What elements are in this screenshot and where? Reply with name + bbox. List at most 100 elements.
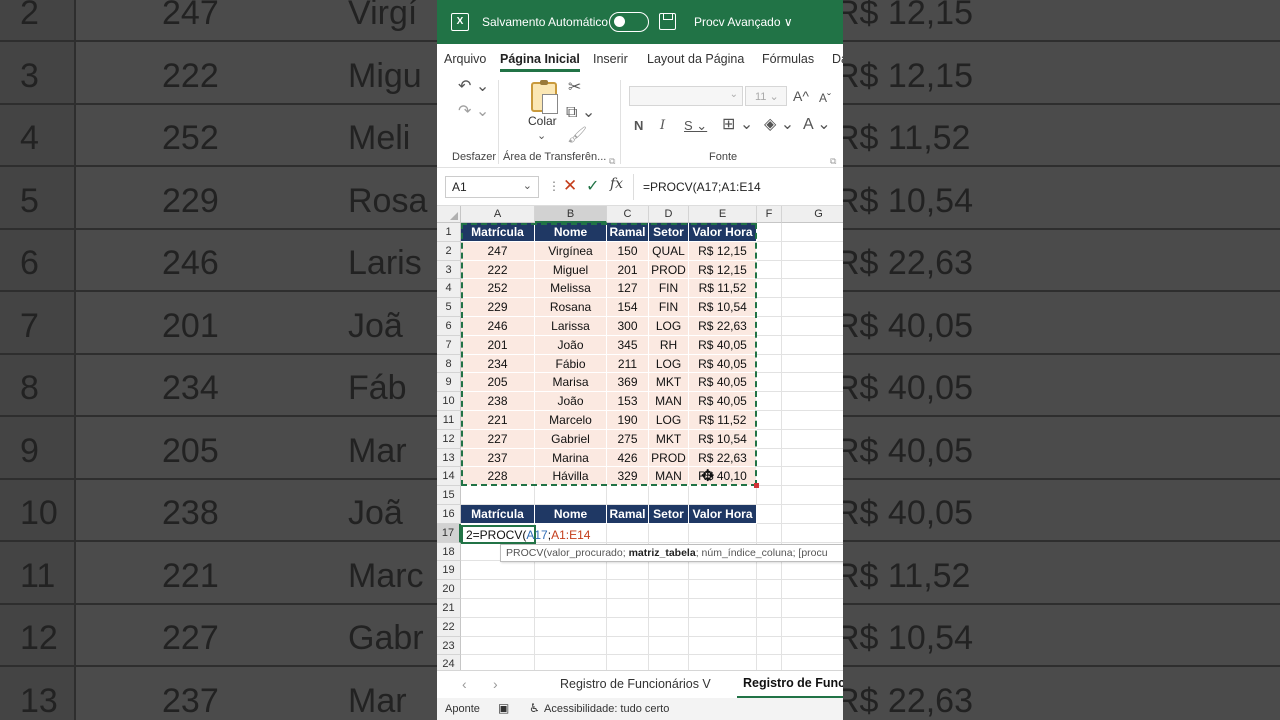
cell[interactable]	[757, 260, 782, 280]
data-cell[interactable]: 127	[607, 279, 649, 299]
paste-dropdown-icon[interactable]: ⌄	[537, 128, 546, 144]
cell[interactable]	[461, 617, 535, 637]
cell[interactable]	[757, 429, 782, 449]
cell[interactable]	[689, 617, 757, 637]
cell[interactable]	[535, 636, 607, 656]
lookup-header-cell[interactable]: Nome	[535, 505, 607, 524]
data-cell[interactable]: LOG	[649, 411, 689, 430]
data-cell[interactable]: Larissa	[535, 317, 607, 336]
cell[interactable]	[782, 392, 843, 411]
data-cell[interactable]: R$ 10,54	[689, 298, 757, 317]
data-cell[interactable]: Rosana	[535, 298, 607, 317]
cell[interactable]	[782, 655, 843, 670]
data-cell[interactable]: 237	[461, 448, 535, 468]
cell[interactable]	[757, 279, 782, 299]
data-cell[interactable]: Fábio	[535, 354, 607, 374]
data-cell[interactable]: 154	[607, 298, 649, 317]
cell[interactable]	[782, 561, 843, 581]
header-cell[interactable]: Valor Hora	[689, 223, 757, 242]
cell[interactable]	[782, 449, 843, 468]
cell[interactable]	[607, 655, 649, 670]
data-cell[interactable]: Gabriel	[535, 429, 607, 449]
data-cell[interactable]: João	[535, 335, 607, 355]
row-header-11[interactable]: 11	[437, 411, 461, 430]
tab-pagina-inicial[interactable]: Página Inicial	[500, 52, 580, 72]
data-cell[interactable]: 275	[607, 429, 649, 449]
range-handle[interactable]	[754, 483, 759, 488]
column-header-g[interactable]: G	[782, 206, 843, 223]
data-cell[interactable]: PROD	[649, 260, 689, 280]
lookup-header-cell[interactable]: Setor	[649, 505, 689, 524]
data-cell[interactable]: 227	[461, 429, 535, 449]
row-header-19[interactable]: 19	[437, 561, 461, 581]
data-cell[interactable]: 222	[461, 260, 535, 280]
data-cell[interactable]: 205	[461, 373, 535, 393]
next-sheet-icon[interactable]: ›	[493, 676, 498, 692]
data-cell[interactable]: 234	[461, 354, 535, 374]
header-cell[interactable]: Nome	[535, 223, 607, 242]
row-header-4[interactable]: 4	[437, 279, 461, 299]
data-cell[interactable]: R$ 10,54	[689, 429, 757, 449]
row-header-9[interactable]: 9	[437, 373, 461, 393]
data-cell[interactable]: 150	[607, 241, 649, 261]
more-options-icon[interactable]: ⋮	[548, 179, 560, 193]
lookup-header-cell[interactable]: Ramal	[607, 505, 649, 524]
sheet-tab-registro-active[interactable]: Registro de Func	[737, 674, 843, 698]
row-header-24[interactable]: 24	[437, 655, 461, 670]
column-header-c[interactable]: C	[607, 206, 649, 223]
data-cell[interactable]: MAN	[649, 467, 689, 487]
cell[interactable]	[607, 486, 649, 505]
cell[interactable]	[649, 636, 689, 656]
data-cell[interactable]: R$ 12,15	[689, 241, 757, 261]
tab-formulas[interactable]: Fórmulas	[762, 52, 814, 66]
redo-icon[interactable]: ↷ ⌄	[458, 104, 489, 120]
accessibility-icon[interactable]: ♿	[529, 701, 540, 715]
cell[interactable]	[782, 336, 843, 355]
row-header-16[interactable]: 16	[437, 505, 461, 524]
row-header-12[interactable]: 12	[437, 429, 461, 449]
data-cell[interactable]: 252	[461, 279, 535, 299]
cell[interactable]	[649, 523, 689, 543]
column-header-d[interactable]: D	[649, 206, 689, 223]
italic-icon[interactable]: I	[660, 118, 665, 134]
data-cell[interactable]: 211	[607, 354, 649, 374]
cell[interactable]	[461, 486, 535, 505]
row-header-7[interactable]: 7	[437, 335, 461, 355]
data-cell[interactable]: Marcelo	[535, 411, 607, 430]
cell[interactable]	[757, 467, 782, 487]
cell[interactable]	[535, 617, 607, 637]
cell[interactable]	[461, 561, 535, 581]
cell[interactable]	[757, 373, 782, 393]
cell[interactable]	[689, 486, 757, 505]
cell[interactable]	[757, 617, 782, 637]
cell[interactable]	[535, 655, 607, 670]
cell[interactable]	[607, 617, 649, 637]
data-cell[interactable]: FIN	[649, 279, 689, 299]
cell[interactable]	[757, 392, 782, 411]
lookup-header-cell[interactable]: Valor Hora	[689, 505, 757, 524]
data-cell[interactable]: 201	[607, 260, 649, 280]
data-cell[interactable]: Marina	[535, 448, 607, 468]
cell[interactable]	[757, 241, 782, 261]
function-tooltip[interactable]: PROCV(valor_procurado; matriz_tabela; nú…	[500, 544, 843, 562]
cell[interactable]	[689, 580, 757, 599]
underline-icon[interactable]: S ⌄	[684, 118, 707, 134]
save-icon[interactable]	[659, 13, 676, 30]
row-header-14[interactable]: 14	[437, 467, 461, 487]
data-cell[interactable]: QUAL	[649, 241, 689, 261]
cell[interactable]	[607, 580, 649, 599]
cell[interactable]	[782, 618, 843, 637]
data-cell[interactable]: 345	[607, 335, 649, 355]
data-cell[interactable]: R$ 40,05	[689, 373, 757, 393]
cell[interactable]	[689, 599, 757, 618]
cell[interactable]	[782, 223, 843, 242]
cell[interactable]	[782, 430, 843, 449]
cell[interactable]	[757, 655, 782, 670]
name-box[interactable]: A1 ⌄	[445, 176, 539, 198]
prev-sheet-icon[interactable]: ‹	[462, 676, 467, 692]
row-header-20[interactable]: 20	[437, 580, 461, 599]
data-cell[interactable]: 246	[461, 317, 535, 336]
data-cell[interactable]: 221	[461, 411, 535, 430]
column-header-a[interactable]: A	[461, 206, 535, 223]
cell[interactable]	[649, 599, 689, 618]
